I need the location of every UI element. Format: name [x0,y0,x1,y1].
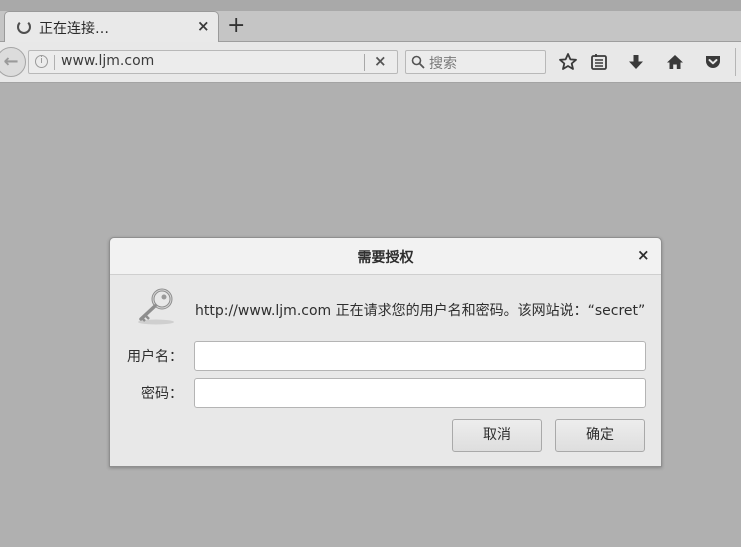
search-icon [411,55,425,69]
tab-close-icon[interactable]: × [197,17,210,35]
key-icon [138,288,174,325]
url-divider [54,55,55,70]
tab-strip: 正在连接… × + [0,0,741,43]
username-label: 用户名： [127,349,183,365]
password-label: 密码： [141,386,183,402]
cancel-button[interactable]: 取消 [452,419,542,452]
url-bar[interactable]: i www.ljm.com × [28,50,398,74]
password-field[interactable] [194,378,646,408]
nav-bar: ← i www.ljm.com × 搜索 [0,42,741,83]
download-icon[interactable] [626,52,646,72]
url-divider-right [364,54,365,71]
new-tab-button[interactable]: + [227,12,245,40]
pocket-icon[interactable] [703,52,723,72]
dialog-header: 需要授权 × [110,238,661,275]
tab-title: 正在连接… [39,21,109,37]
toolbar-divider [735,48,736,76]
back-button[interactable]: ← [0,47,26,77]
auth-dialog: 需要授权 × http://www.ljm.com 正在请求您的用户名和密码。该… [109,237,662,467]
home-icon[interactable] [665,52,685,72]
dialog-message: http://www.ljm.com 正在请求您的用户名和密码。该网站说：“se… [195,303,646,319]
search-input[interactable]: 搜索 [429,53,457,73]
star-icon[interactable] [558,52,578,72]
info-icon[interactable]: i [35,55,48,68]
loading-spinner-icon [17,20,31,34]
tab-loading[interactable]: 正在连接… × [4,11,219,43]
ok-button[interactable]: 确定 [555,419,645,452]
username-field[interactable] [194,341,646,371]
url-text[interactable]: www.ljm.com [61,53,154,69]
search-bar[interactable]: 搜索 [405,50,546,74]
dialog-title: 需要授权 [357,250,414,266]
stop-icon[interactable]: × [374,52,387,70]
close-icon[interactable]: × [637,246,650,264]
reader-list-icon[interactable] [589,52,609,72]
